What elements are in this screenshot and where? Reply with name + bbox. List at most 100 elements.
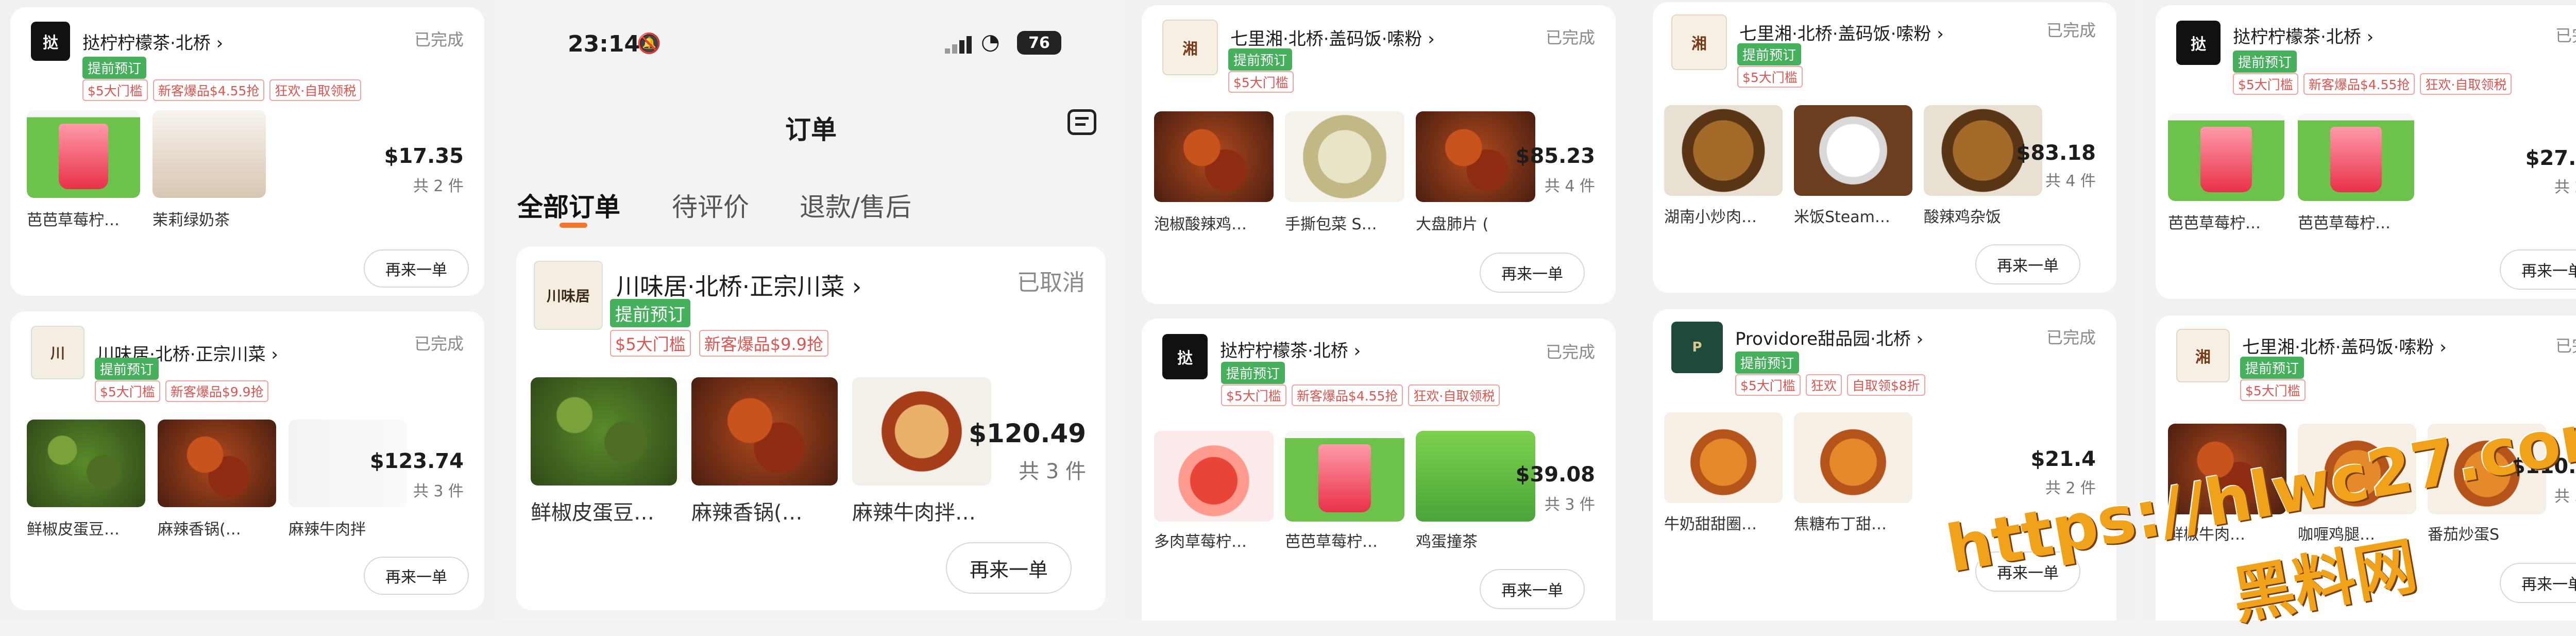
shop-header[interactable]: 湘 七里湘·北桥·盖码饭·嗦粉 › [1671, 14, 1944, 70]
shop-name[interactable]: 挞柠柠檬茶·北桥 › [82, 29, 223, 54]
item-image [2168, 113, 2284, 201]
preorder-badge: 提前预订 [2240, 357, 2304, 379]
order-card[interactable]: 川味居 川味居·北桥·正宗川菜 › 已取消 提前预订 $5大门槛 新客爆品$9.… [516, 246, 1106, 610]
item-thumbnails[interactable] [1664, 105, 2042, 196]
item-name: 芭芭草莓柠… [1285, 533, 1378, 551]
order-price: $85.23 [1515, 144, 1595, 168]
promo-tag: 狂欢·自取领税 [1408, 384, 1500, 406]
order-card[interactable]: 挞 挞柠柠檬茶·北桥 › 已完成 提前预订 $5大门槛 新客爆品$4.55抢 狂… [1142, 319, 1616, 621]
promo-tags: $5大门槛 [2240, 379, 2306, 401]
promo-tags: $5大门槛 新客爆品$9.9抢 [610, 330, 828, 357]
order-price: $27.24 [2525, 146, 2576, 170]
reorder-button[interactable]: 再来一单 [1975, 244, 2080, 284]
order-card[interactable]: 挞 挞柠柠檬茶·北桥 › 已完成 提前预订 $5大门槛 新客爆品$4.55抢 狂… [2156, 5, 2576, 299]
preorder-badge: 提前预订 [1737, 43, 1802, 65]
tab-all-orders[interactable]: 全部订单 [517, 187, 620, 224]
item-name: 芭芭草莓柠… [2168, 214, 2261, 232]
shop-logo: 挞 [1162, 334, 1208, 379]
promo-tag: $5大门槛 [1735, 374, 1801, 396]
item-image [1285, 431, 1404, 522]
reorder-button[interactable]: 再来一单 [946, 542, 1072, 594]
promo-tags: $5大门槛 新客爆品$4.55抢 狂欢·自取领税 [1221, 384, 1500, 406]
item-image [1794, 412, 1912, 503]
order-status: 已完成 [2555, 336, 2576, 356]
order-price: $120.49 [969, 419, 1086, 448]
battery-level: 76 [1028, 34, 1050, 52]
item-image [1154, 111, 1274, 202]
item-name: 手撕包菜 S… [1285, 215, 1377, 233]
item-thumbnails[interactable] [531, 377, 991, 486]
promo-tags: $5大门槛 新客爆品$9.9抢 [95, 380, 269, 402]
reorder-button[interactable]: 再来一单 [1480, 569, 1585, 609]
item-image [27, 420, 145, 507]
wifi-icon: ◔ [981, 29, 1000, 54]
promo-tag: $5大门槛 [1221, 384, 1286, 406]
badge-row: 提前预订 [82, 57, 147, 79]
order-card[interactable]: 湘 七里湘·北桥·盖码饭·嗦粉 › 已完成 提前预订 $5大门槛 湖南小炒肉… … [1653, 2, 2116, 293]
item-name: 茉莉绿奶茶 [152, 211, 230, 229]
shop-logo: 湘 [2176, 329, 2230, 382]
badge-row: 提前预订 [1735, 352, 1800, 374]
promo-tag: $5大门槛 [2240, 379, 2306, 401]
item-count: 共 3 件 [1019, 460, 1086, 483]
reorder-button[interactable]: 再来一单 [364, 557, 469, 595]
item-thumbnails[interactable] [1154, 111, 1535, 202]
promo-tags: $5大门槛 新客爆品$4.55抢 狂欢·自取领税 [2233, 73, 2512, 95]
promo-tag: 新客爆品$9.9抢 [699, 330, 828, 357]
item-name: 多肉草莓柠… [1154, 533, 1247, 551]
shop-logo: 挞 [2176, 21, 2221, 65]
item-name: 麻辣香锅(… [691, 501, 803, 525]
item-name: 湖南小炒肉… [1664, 208, 1757, 226]
item-image [152, 110, 266, 198]
item-thumbnails[interactable] [1664, 412, 1912, 503]
shop-name[interactable]: 七里湘·北桥·盖码饭·嗦粉 › [2242, 333, 2447, 358]
reorder-button[interactable]: 再来一单 [2500, 249, 2576, 290]
item-name: 牛奶甜甜圈… [1664, 515, 1757, 533]
item-thumbnails[interactable] [27, 110, 266, 198]
item-thumbnails[interactable] [27, 420, 407, 507]
preorder-badge: 提前预订 [95, 358, 159, 380]
shop-name[interactable]: 挞柠柠檬茶·北桥 › [2233, 23, 2374, 48]
promo-tag: 新客爆品$4.55抢 [2303, 73, 2415, 95]
shop-logo: P [1671, 322, 1723, 373]
item-thumbnails[interactable] [1154, 431, 1535, 522]
reorder-button[interactable]: 再来一单 [2500, 563, 2576, 603]
message-icon[interactable] [1067, 109, 1096, 135]
tab-to-review[interactable]: 待评价 [672, 187, 749, 224]
silent-icon: 🔕 [637, 32, 662, 55]
order-card[interactable]: 川 川味居·北桥·正宗川菜 › 已完成 提前预订 $5大门槛 新客爆品$9.9抢… [10, 311, 484, 610]
shop-header[interactable]: 挞 挞柠柠檬茶·北桥 › [31, 22, 223, 61]
preorder-badge: 提前预订 [1221, 362, 1285, 384]
promo-tag: 新客爆品$9.9抢 [165, 380, 269, 402]
shop-name[interactable]: 川味居·北桥·正宗川菜 › [616, 268, 861, 302]
shop-name[interactable]: 七里湘·北桥·盖码饭·嗦粉 › [1739, 20, 1944, 45]
shop-header[interactable]: 湘 七里湘·北桥·盖码饭·嗦粉 › [1162, 20, 1435, 75]
shop-name[interactable]: Providore甜品园·北桥 › [1735, 325, 1923, 350]
shop-logo: 湘 [1671, 14, 1727, 70]
shop-name[interactable]: 七里湘·北桥·盖码饭·嗦粉 › [1230, 25, 1435, 50]
item-name: 焦糖布丁甜… [1794, 515, 1887, 533]
tab-refund[interactable]: 退款/售后 [800, 187, 911, 224]
promo-tags: $5大门槛 狂欢 自取领$8折 [1735, 374, 1925, 396]
status-time: 23:14 [568, 31, 640, 57]
promo-tag: $5大门槛 [95, 380, 160, 402]
shop-header[interactable]: 川味居 川味居·北桥·正宗川菜 › [534, 261, 861, 330]
order-status: 已完成 [2555, 26, 2576, 45]
item-image [1664, 412, 1783, 503]
shop-header[interactable]: 湘 七里湘·北桥·盖码饭·嗦粉 › [2176, 329, 2447, 382]
order-card[interactable]: 湘 七里湘·北桥·盖码饭·嗦粉 › 已完成 提前预订 $5大门槛 泡椒酸辣鸡… … [1142, 5, 1616, 304]
badge-row: 提前预订 [1221, 362, 1285, 384]
reorder-button[interactable]: 再来一单 [364, 249, 469, 288]
promo-tag: 狂欢·自取领税 [2420, 73, 2512, 95]
item-name: 鲜椒皮蛋豆… [531, 501, 654, 525]
reorder-button[interactable]: 再来一单 [1480, 253, 1585, 293]
item-thumbnails[interactable] [2168, 113, 2414, 201]
item-name: 大盘肺片 ( [1416, 215, 1489, 233]
shop-name[interactable]: 挞柠柠檬茶·北桥 › [1220, 337, 1361, 362]
order-card[interactable]: 挞 挞柠柠檬茶·北桥 › 已完成 提前预订 $5大门槛 新客爆品$4.55抢 狂… [10, 7, 484, 296]
order-status: 已完成 [1545, 28, 1595, 47]
order-card[interactable]: P Providore甜品园·北桥 › 已完成 提前预订 $5大门槛 狂欢 自取… [1653, 309, 2116, 621]
item-name: 麻辣香锅(… [158, 521, 241, 539]
preorder-badge: 提前预订 [1735, 352, 1800, 374]
item-count: 共 3 件 [1544, 496, 1595, 514]
